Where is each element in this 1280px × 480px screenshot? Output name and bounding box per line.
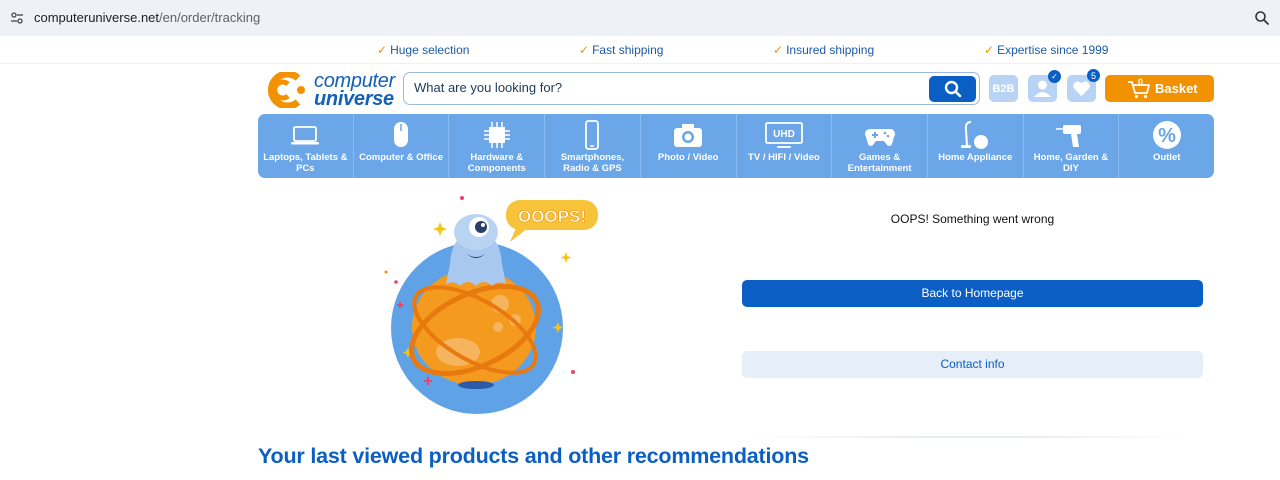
basket-count: 0 [1138, 77, 1144, 87]
check-icon: ✓ [377, 43, 388, 57]
basket-button[interactable]: 0 Basket [1105, 75, 1214, 102]
category-label: Computer & Office [359, 152, 444, 163]
category-outlet[interactable]: % Outlet [1119, 114, 1214, 178]
smartphone-icon [585, 120, 600, 150]
url-text[interactable]: computeruniverse.net/en/order/tracking [34, 10, 260, 25]
mouse-icon [394, 122, 409, 147]
category-nav: Laptops, Tablets & PCs Computer & Office… [258, 114, 1214, 178]
site-settings-icon[interactable] [10, 11, 24, 25]
category-computer-office[interactable]: Computer & Office [354, 114, 450, 178]
check-icon: ✓ [579, 43, 590, 57]
tv-icon: UHD [764, 122, 803, 148]
wishlist-button[interactable]: 5 [1067, 69, 1100, 102]
check-icon: ✓ [984, 43, 995, 57]
category-label: Home Appliance [938, 152, 1013, 163]
usp-label: Huge selection [390, 43, 470, 57]
camera-icon [674, 124, 703, 147]
svg-text:%: % [1158, 125, 1176, 147]
category-label: TV / HIFI / Video [748, 152, 820, 163]
error-message: OOPS! Something went wrong [890, 212, 1055, 226]
chip-icon [483, 122, 510, 148]
gamepad-icon [864, 129, 895, 146]
divider [742, 436, 1197, 438]
b2b-button[interactable]: B2B [989, 75, 1018, 102]
percent-icon: % [1152, 121, 1181, 149]
category-home-appliance[interactable]: Home Appliance [928, 114, 1024, 178]
browser-url-bar[interactable]: computeruniverse.net/en/order/tracking [0, 0, 1280, 36]
logo-text-line2: universe [314, 88, 394, 110]
category-label: Home, Garden & DIY [1033, 152, 1109, 174]
site-logo[interactable]: computer universe [258, 70, 396, 110]
search-input[interactable] [414, 80, 914, 95]
usp-label: Insured shipping [786, 43, 875, 57]
category-label: Laptops, Tablets & PCs [263, 152, 348, 174]
url-path: /en/order/tracking [159, 10, 261, 25]
usp-item: ✓ Huge selection [377, 43, 469, 57]
category-hardware[interactable]: Hardware & Components [449, 114, 546, 178]
search-icon [944, 80, 961, 98]
ooops-illustration: OOOPS! [384, 196, 598, 414]
search-box [403, 72, 980, 105]
usp-item: ✓ Insured shipping [773, 43, 874, 57]
search-button[interactable] [929, 76, 976, 102]
usp-label: Fast shipping [592, 43, 664, 57]
laptop-icon [291, 126, 320, 145]
category-label: Outlet [1152, 152, 1181, 163]
ooops-bubble-text: OOOPS! [518, 207, 586, 226]
zoom-icon[interactable] [1254, 10, 1270, 26]
check-icon: ✓ [773, 43, 784, 57]
drill-icon [1055, 125, 1081, 147]
category-laptops[interactable]: Laptops, Tablets & PCs [258, 114, 354, 178]
logo-mark-icon [267, 72, 305, 108]
category-smartphones[interactable]: Smartphones, Radio & GPS [545, 114, 641, 178]
vacuum-icon [961, 121, 989, 149]
logged-in-badge: ✓ [1048, 70, 1061, 83]
usp-item: ✓ Fast shipping [579, 43, 663, 57]
contact-info-button[interactable]: Contact info [742, 351, 1203, 378]
usp-item: ✓ Expertise since 1999 [984, 43, 1108, 57]
usp-label: Expertise since 1999 [997, 43, 1109, 57]
url-host: computeruniverse.net [34, 10, 160, 25]
recommendations-title: Your last viewed products and other reco… [258, 444, 809, 468]
category-games[interactable]: Games & Entertainment [832, 114, 928, 178]
category-label: Photo / Video [657, 152, 719, 163]
category-home-garden[interactable]: Home, Garden & DIY [1024, 114, 1120, 178]
uhd-text: UHD [773, 129, 795, 140]
category-label: Smartphones, Radio & GPS [560, 152, 625, 174]
category-photo-video[interactable]: Photo / Video [641, 114, 737, 178]
category-label: Hardware & Components [467, 152, 526, 174]
usp-bar: ✓ Huge selection ✓ Fast shipping ✓ Insured … [0, 36, 1280, 64]
wishlist-count-badge: 5 [1087, 69, 1100, 82]
account-button[interactable]: ✓ [1028, 70, 1061, 102]
back-to-homepage-button[interactable]: Back to Homepage [742, 280, 1203, 307]
basket-label: Basket [1155, 81, 1198, 96]
category-label: Games & Entertainment [847, 152, 912, 174]
category-tv[interactable]: UHD TV / HIFI / Video [737, 114, 833, 178]
